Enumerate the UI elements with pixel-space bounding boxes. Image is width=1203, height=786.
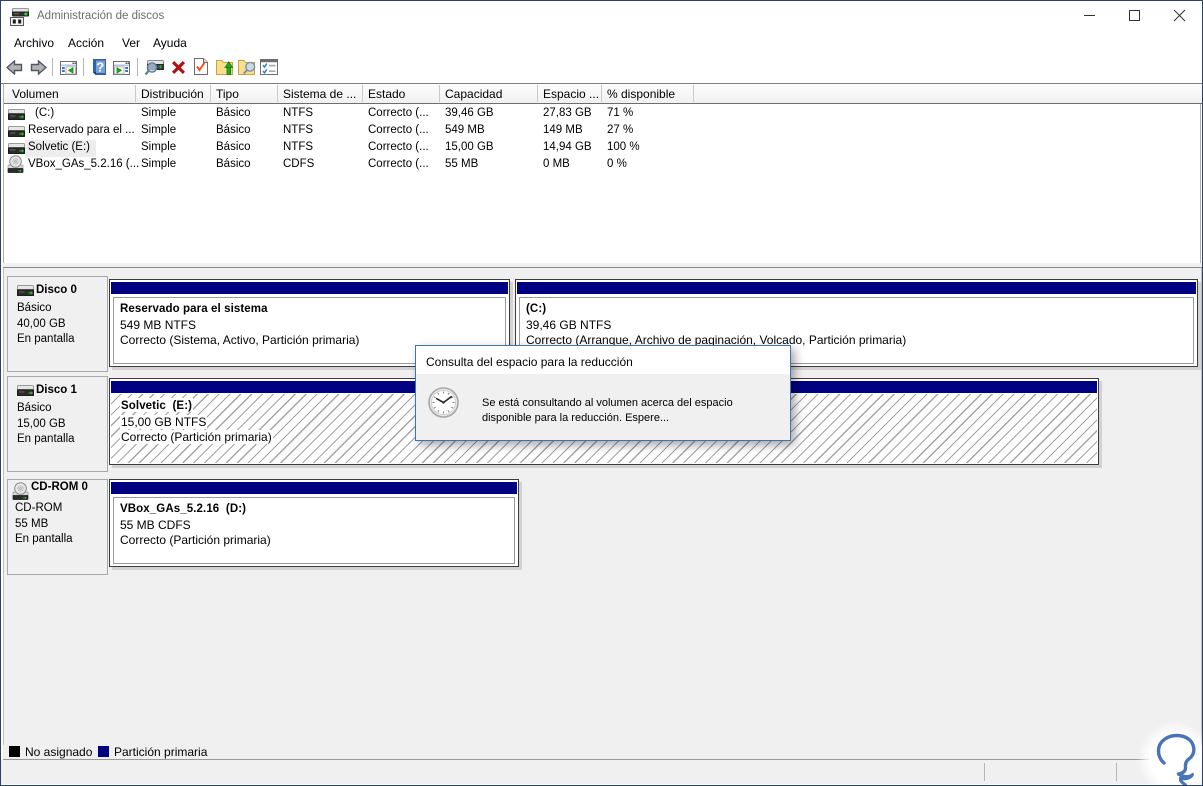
svg-text:?: ?	[96, 60, 104, 75]
